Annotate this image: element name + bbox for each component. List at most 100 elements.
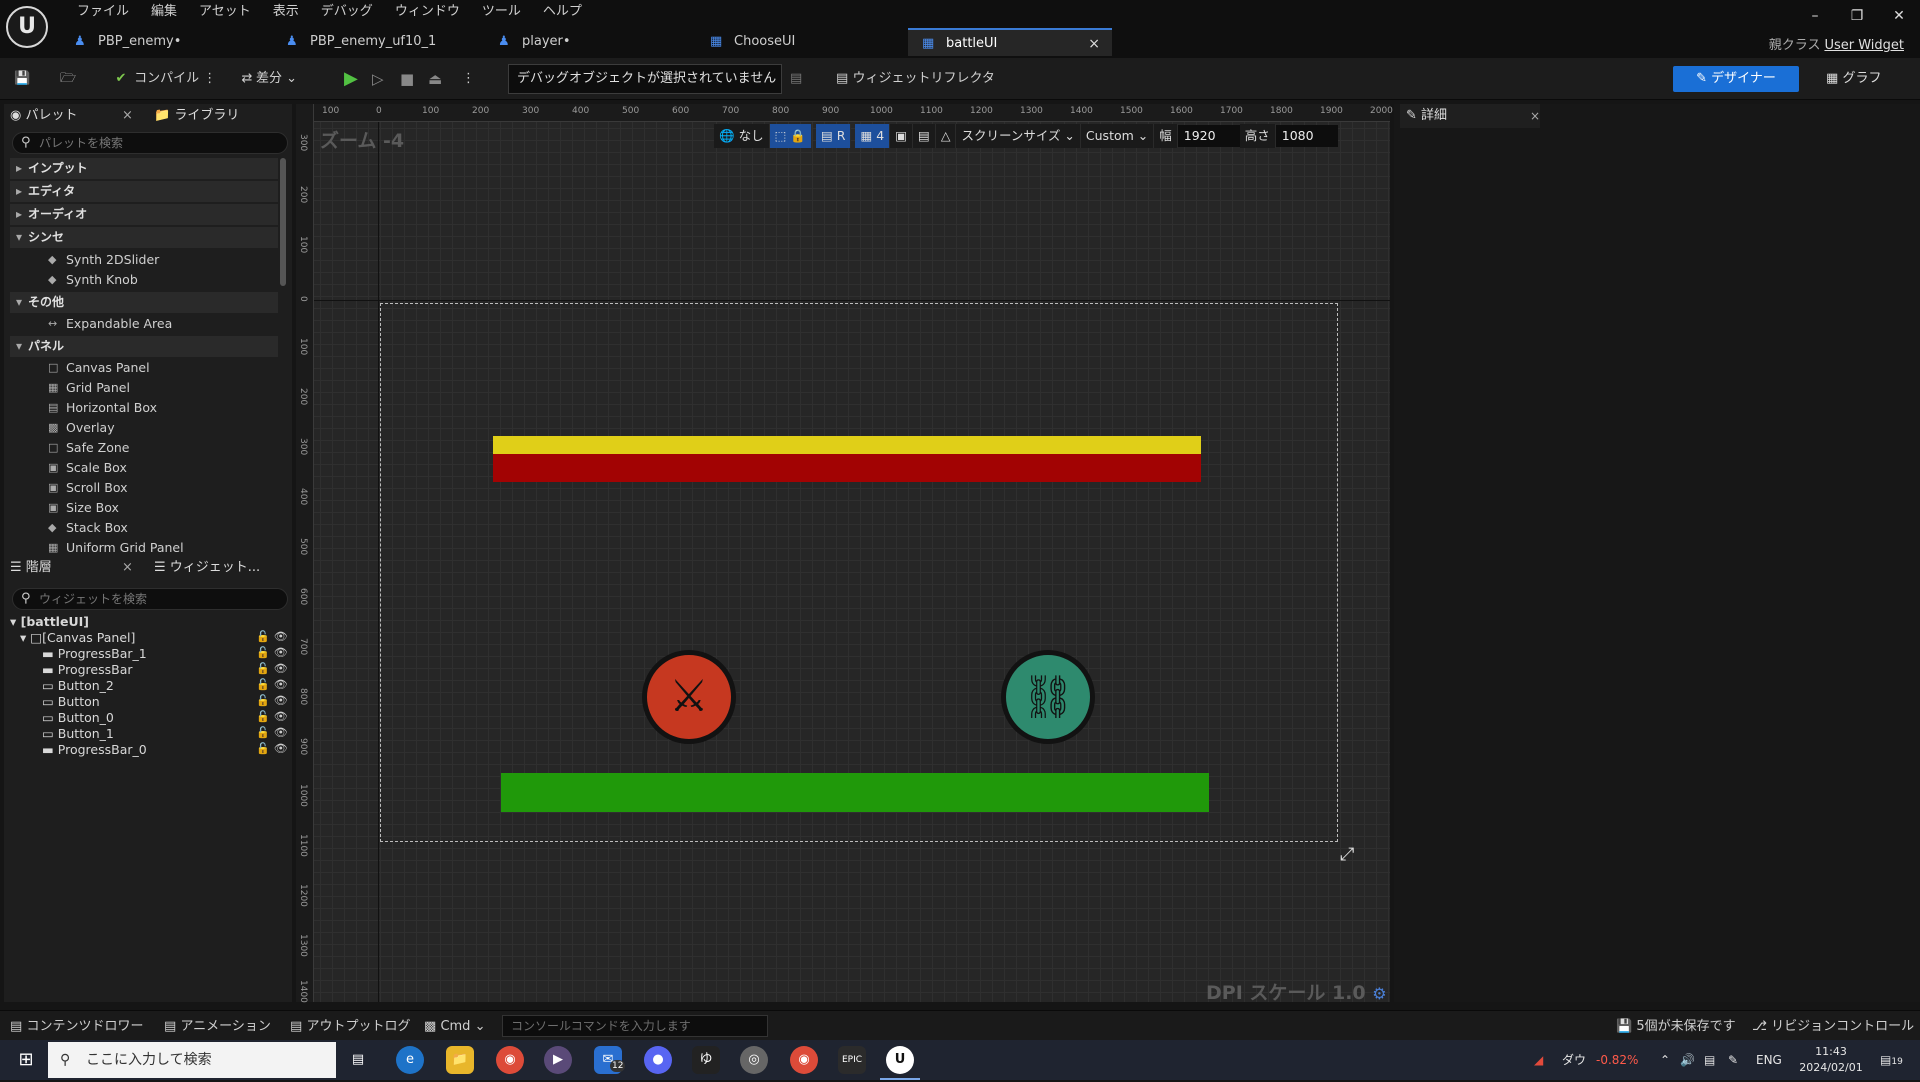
stop-icon[interactable]: ■ (400, 66, 414, 92)
stock-chart-icon[interactable]: ◢ (1534, 1040, 1543, 1080)
category-synth[interactable]: ▾ シンセ (10, 227, 278, 248)
height-input[interactable]: 1080 (1275, 125, 1338, 147)
tab-pbp-enemy[interactable]: ♟ PBP_enemy• (60, 28, 272, 56)
clock[interactable]: 11:43 2024/02/01 (1796, 1044, 1866, 1076)
tree-item-progressbar-1[interactable]: ▬ ProgressBar_1 (42, 646, 147, 662)
image-button[interactable]: ▤ (913, 124, 936, 148)
tree-canvas-panel[interactable]: ▾ □[Canvas Panel] (20, 630, 135, 646)
palette-close-icon[interactable]: × (122, 104, 133, 128)
tray-chevron-icon[interactable]: ⌃ (1660, 1040, 1670, 1080)
grid-snap-button[interactable]: ▦ 4 (855, 124, 891, 148)
enemy-hp-bar-yellow[interactable] (493, 436, 1201, 454)
app-yu-icon[interactable]: ゆ (692, 1046, 720, 1074)
mail-icon[interactable]: ✉ 12 (594, 1046, 626, 1074)
content-drawer-button[interactable]: ▤ コンテンツドロワー (10, 1017, 143, 1037)
width-input[interactable]: 1920 (1177, 125, 1240, 147)
category-audio[interactable]: ▸ オーディオ (10, 204, 278, 225)
more-options-icon[interactable]: ⋮ (462, 66, 475, 92)
compile-button[interactable]: ✔ コンパイル ⋮ (112, 66, 217, 92)
unreal-engine-icon[interactable]: U (886, 1046, 914, 1074)
tab-pbp-enemy-uf10[interactable]: ♟ PBP_enemy_uf10_1 (272, 28, 484, 56)
menu-tools[interactable]: ツール (471, 2, 532, 22)
palette-item-overlay[interactable]: ▩ Overlay (48, 418, 115, 438)
palette-item-safe-zone[interactable]: □ Safe Zone (48, 438, 129, 458)
animation-button[interactable]: ▤ アニメーション (164, 1017, 271, 1037)
dpi-scale[interactable]: DPI スケール 1.0 ⚙ (1206, 978, 1387, 1005)
close-window-icon[interactable]: ✕ (1878, 0, 1920, 32)
palette-item-uniform-grid-panel[interactable]: ▦ Uniform Grid Panel (48, 538, 184, 558)
category-panel[interactable]: ▾ パネル (10, 336, 278, 357)
menu-file[interactable]: ファイル (66, 2, 140, 22)
browse-icon[interactable]: 🗁 (60, 66, 76, 92)
tab-details[interactable]: ✎ 詳細 (1400, 104, 1540, 128)
app-spiral-icon[interactable]: ◎ (740, 1046, 768, 1074)
palette-item-synth-knob[interactable]: ◆ Synth Knob (48, 270, 138, 290)
visibility-icons[interactable]: 🔓👁 (256, 742, 292, 755)
visibility-icons[interactable]: 🔓👁 (256, 646, 292, 659)
palette-item-expandable-area[interactable]: ↔ Expandable Area (48, 314, 172, 334)
tree-root[interactable]: ▾ [battleUI] (10, 614, 89, 630)
task-view-icon[interactable]: ▤ (344, 1046, 372, 1074)
tree-item-button-1[interactable]: ▭ Button_1 (42, 726, 114, 742)
category-other[interactable]: ▾ その他 (10, 292, 278, 313)
category-input[interactable]: ▸ インプット (10, 158, 278, 179)
defend-button[interactable]: ⛓ (1001, 650, 1095, 744)
category-editor[interactable]: ▸ エディタ (10, 181, 278, 202)
tab-widget-binding[interactable]: ☰ ウィジェット... (154, 556, 260, 580)
minimize-icon[interactable]: – (1794, 0, 1836, 32)
palette-item-grid-panel[interactable]: ▦ Grid Panel (48, 378, 130, 398)
globe-button[interactable]: 🌐 なし (714, 124, 770, 148)
tab-hierarchy[interactable]: ☰ 階層 (10, 556, 52, 580)
respect-locks-button[interactable]: ▤ R (815, 124, 852, 148)
restore-icon[interactable]: ❐ (1836, 0, 1878, 32)
palette-scrollbar[interactable] (280, 158, 286, 286)
palette-item-scroll-box[interactable]: ▣ Scroll Box (48, 478, 127, 498)
tree-item-progressbar[interactable]: ▬ ProgressBar (42, 662, 133, 678)
visibility-icons[interactable]: 🔓👁 (256, 710, 292, 723)
palette-item-synth-2dslider[interactable]: ◆ Synth 2DSlider (48, 250, 159, 270)
palette-item-scale-box[interactable]: ▣ Scale Box (48, 458, 127, 478)
screen-size-dropdown[interactable]: スクリーンサイズ ⌄ (956, 124, 1081, 148)
menu-help[interactable]: ヘルプ (532, 2, 593, 22)
debug-object-select[interactable]: デバッグオブジェクトが選択されていません ⌄ (508, 64, 782, 114)
notification-icon[interactable]: ▤19 (1880, 1040, 1903, 1080)
menu-window[interactable]: ウィンドウ (384, 2, 471, 22)
flip-button[interactable]: △ (935, 124, 957, 148)
step-icon[interactable]: ▷ (372, 66, 384, 92)
debug-filter-icon[interactable]: ▤ (790, 66, 802, 92)
pen-icon[interactable]: ✎ (1728, 1040, 1738, 1080)
file-explorer-icon[interactable]: 📁 (446, 1046, 474, 1074)
edge-icon[interactable]: e (396, 1046, 424, 1074)
menu-debug[interactable]: デバッグ (310, 2, 384, 22)
gear-icon[interactable]: ⚙ (1372, 984, 1386, 1003)
tree-item-button-2[interactable]: ▭ Button_2 (42, 678, 114, 694)
revision-control-button[interactable]: ⎇ リビジョンコントロール (1752, 1017, 1914, 1037)
windows-start-icon[interactable]: ⊞ (8, 1040, 44, 1080)
enemy-hp-bar-red[interactable] (493, 454, 1201, 482)
epic-games-icon[interactable]: EPIC (838, 1046, 866, 1074)
tab-battleui[interactable]: ▦ battleUI × (908, 28, 1112, 56)
visibility-icons[interactable]: 🔓👁 (256, 662, 292, 675)
menu-asset[interactable]: アセット (188, 2, 262, 22)
outline-button[interactable]: ▣ (890, 124, 913, 148)
palette-search-input[interactable]: ⚲ パレットを検索 (12, 132, 288, 154)
tab-palette[interactable]: ◉ パレット (10, 104, 78, 128)
resize-handle-icon[interactable]: ⤢ (1340, 844, 1354, 865)
preset-dropdown[interactable]: Custom ⌄ (1080, 124, 1155, 148)
volume-icon[interactable]: 🔊 (1680, 1040, 1695, 1080)
language-indicator[interactable]: ENG (1756, 1040, 1782, 1080)
visibility-icons[interactable]: 🔓👁 (256, 726, 292, 739)
save-icon[interactable]: 💾 (14, 66, 30, 92)
attack-button[interactable]: ⚔ (642, 650, 736, 744)
hierarchy-close-icon[interactable]: × (122, 556, 133, 580)
visibility-icons[interactable]: 🔓👁 (256, 630, 292, 643)
visibility-icons[interactable]: 🔓👁 (256, 678, 292, 691)
tab-player[interactable]: ♟ player• (484, 28, 696, 56)
chrome-alt-icon[interactable]: ◉ (790, 1046, 818, 1074)
player-hp-bar[interactable] (501, 773, 1209, 812)
close-icon[interactable]: × (1088, 30, 1100, 58)
discord-icon[interactable]: ● (644, 1046, 672, 1074)
menu-edit[interactable]: 編集 (140, 2, 188, 22)
network-icon[interactable]: ▤ (1704, 1040, 1715, 1080)
tree-item-button[interactable]: ▭ Button (42, 694, 100, 710)
